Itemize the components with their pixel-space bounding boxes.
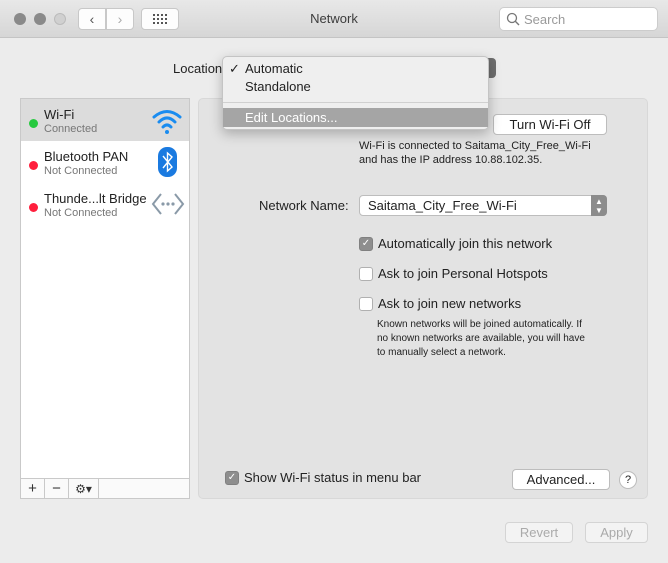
remove-service-button[interactable]: − <box>45 479 69 498</box>
status-line: Wi-Fi is connected to Saitama_City_Free_… <box>359 140 591 152</box>
revert-button[interactable]: Revert <box>505 522 573 543</box>
title-bar: ‹ › Network Search <box>0 0 668 38</box>
chevron-updown-icon: ▲ ▼ <box>591 195 607 216</box>
menu-item-label: Automatic <box>245 61 303 76</box>
add-service-button[interactable]: + <box>21 479 45 498</box>
wifi-icon <box>152 110 182 134</box>
service-status: Not Connected <box>44 207 118 219</box>
ethernet-bridge-icon <box>151 193 185 215</box>
location-label: Location: <box>173 61 226 76</box>
turn-wifi-off-button[interactable]: Turn Wi-Fi Off <box>493 114 607 135</box>
ask-new-networks-checkbox[interactable]: Ask to join new networks <box>359 296 521 311</box>
status-dot <box>29 119 38 128</box>
status-line: and has the IP address 10.88.102.35. <box>359 154 543 166</box>
network-name-value: Saitama_City_Free_Wi-Fi <box>368 198 517 213</box>
service-item-bluetooth-pan[interactable]: Bluetooth PAN Not Connected <box>21 141 189 183</box>
checkmark-icon: ✓ <box>225 470 239 485</box>
apply-button[interactable]: Apply <box>585 522 648 543</box>
network-name-label: Network Name: <box>259 198 349 213</box>
ask-hotspots-label: Ask to join Personal Hotspots <box>378 266 548 281</box>
service-item-wifi[interactable]: Wi-Fi Connected <box>21 99 189 141</box>
service-status: Connected <box>44 123 98 135</box>
search-placeholder: Search <box>524 11 566 27</box>
menu-separator <box>223 102 488 103</box>
service-name: Wi-Fi <box>44 107 75 122</box>
bluetooth-icon <box>158 147 177 177</box>
note-line: Known networks will be joined automatica… <box>377 319 582 330</box>
checkmark-icon: ✓ <box>229 61 240 76</box>
ask-hotspots-checkbox[interactable]: Ask to join Personal Hotspots <box>359 266 548 281</box>
menu-item-edit-locations[interactable]: Edit Locations... <box>223 108 488 127</box>
location-menu: ✓ Automatic Standalone Edit Locations... <box>222 56 489 130</box>
status-dot <box>29 161 38 170</box>
auto-join-label: Automatically join this network <box>378 236 553 251</box>
auto-join-checkbox[interactable]: ✓ Automatically join this network <box>359 236 552 251</box>
gear-menu-button[interactable]: ⚙▾ <box>69 479 99 498</box>
checkbox-box <box>359 266 373 281</box>
wifi-status-text: Wi-Fi is connected to Saitama_City_Free_… <box>359 139 591 167</box>
search-icon <box>506 12 520 26</box>
note-line: to manually select a network. <box>377 347 506 358</box>
ask-new-note: Known networks will be joined automatica… <box>377 318 585 360</box>
note-line: no known networks are available, you wil… <box>377 333 585 344</box>
menu-item-label: Standalone <box>245 79 311 94</box>
service-list-toolbar: + − ⚙▾ <box>21 478 189 498</box>
service-list: Wi-Fi Connected Bluetooth PAN Not Connec… <box>20 98 190 499</box>
menu-item-standalone[interactable]: Standalone <box>223 79 488 97</box>
show-wifi-status-checkbox[interactable]: ✓ Show Wi-Fi status in menu bar <box>225 470 421 485</box>
show-wifi-status-label: Show Wi-Fi status in menu bar <box>244 470 422 485</box>
menu-item-automatic[interactable]: ✓ Automatic <box>223 61 488 79</box>
service-name: Thunde...lt Bridge <box>44 191 147 206</box>
menu-item-label: Edit Locations... <box>245 110 338 125</box>
checkbox-box <box>359 296 373 311</box>
ask-new-label: Ask to join new networks <box>378 296 522 311</box>
checkmark-icon: ✓ <box>359 236 373 251</box>
service-item-thunderbolt-bridge[interactable]: Thunde...lt Bridge Not Connected <box>21 183 189 225</box>
service-name: Bluetooth PAN <box>44 149 129 164</box>
advanced-button[interactable]: Advanced... <box>512 469 610 490</box>
search-input[interactable]: Search <box>499 7 658 31</box>
service-status: Not Connected <box>44 165 118 177</box>
help-button[interactable]: ? <box>619 471 637 489</box>
status-dot <box>29 203 38 212</box>
network-name-select[interactable]: Saitama_City_Free_Wi-Fi ▲ ▼ <box>359 195 607 216</box>
